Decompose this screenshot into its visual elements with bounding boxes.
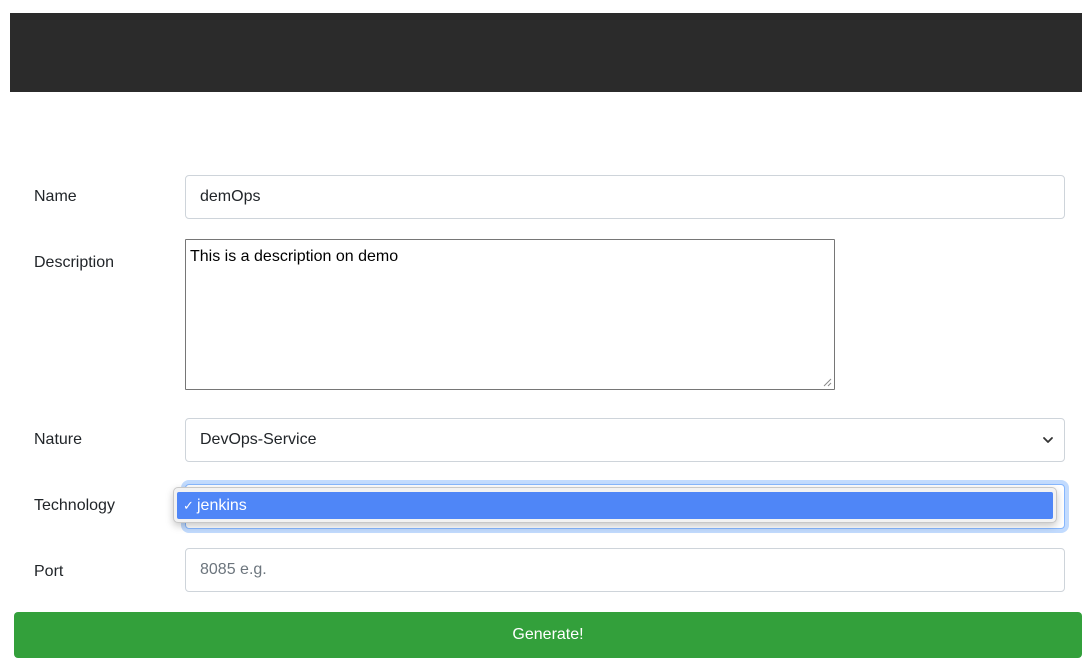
- port-input-placeholder: 8085 e.g.: [200, 561, 267, 578]
- name-input-value: demOps: [200, 188, 261, 205]
- nature-label: Nature: [34, 431, 83, 448]
- port-label: Port: [34, 563, 64, 580]
- technology-option-jenkins[interactable]: ✓ jenkins: [177, 492, 1053, 519]
- chevron-down-icon: [1043, 437, 1053, 443]
- resize-grip-icon[interactable]: [823, 378, 832, 387]
- nature-select[interactable]: DevOps-Service: [185, 418, 1065, 462]
- name-input[interactable]: demOps: [185, 175, 1065, 219]
- technology-dropdown-menu: ✓ jenkins: [173, 487, 1057, 523]
- description-textarea-value: This is a description on demo: [190, 248, 399, 265]
- technology-option-label: jenkins: [197, 497, 247, 514]
- description-label: Description: [34, 254, 115, 271]
- checkmark-icon: ✓: [183, 498, 194, 513]
- technology-label: Technology: [34, 497, 115, 514]
- generate-button[interactable]: Generate!: [14, 612, 1082, 658]
- name-label: Name: [34, 188, 77, 205]
- nature-select-value: DevOps-Service: [200, 431, 317, 448]
- header-bar: [10, 13, 1082, 92]
- port-input[interactable]: 8085 e.g.: [185, 548, 1065, 592]
- description-textarea[interactable]: This is a description on demo: [185, 239, 835, 390]
